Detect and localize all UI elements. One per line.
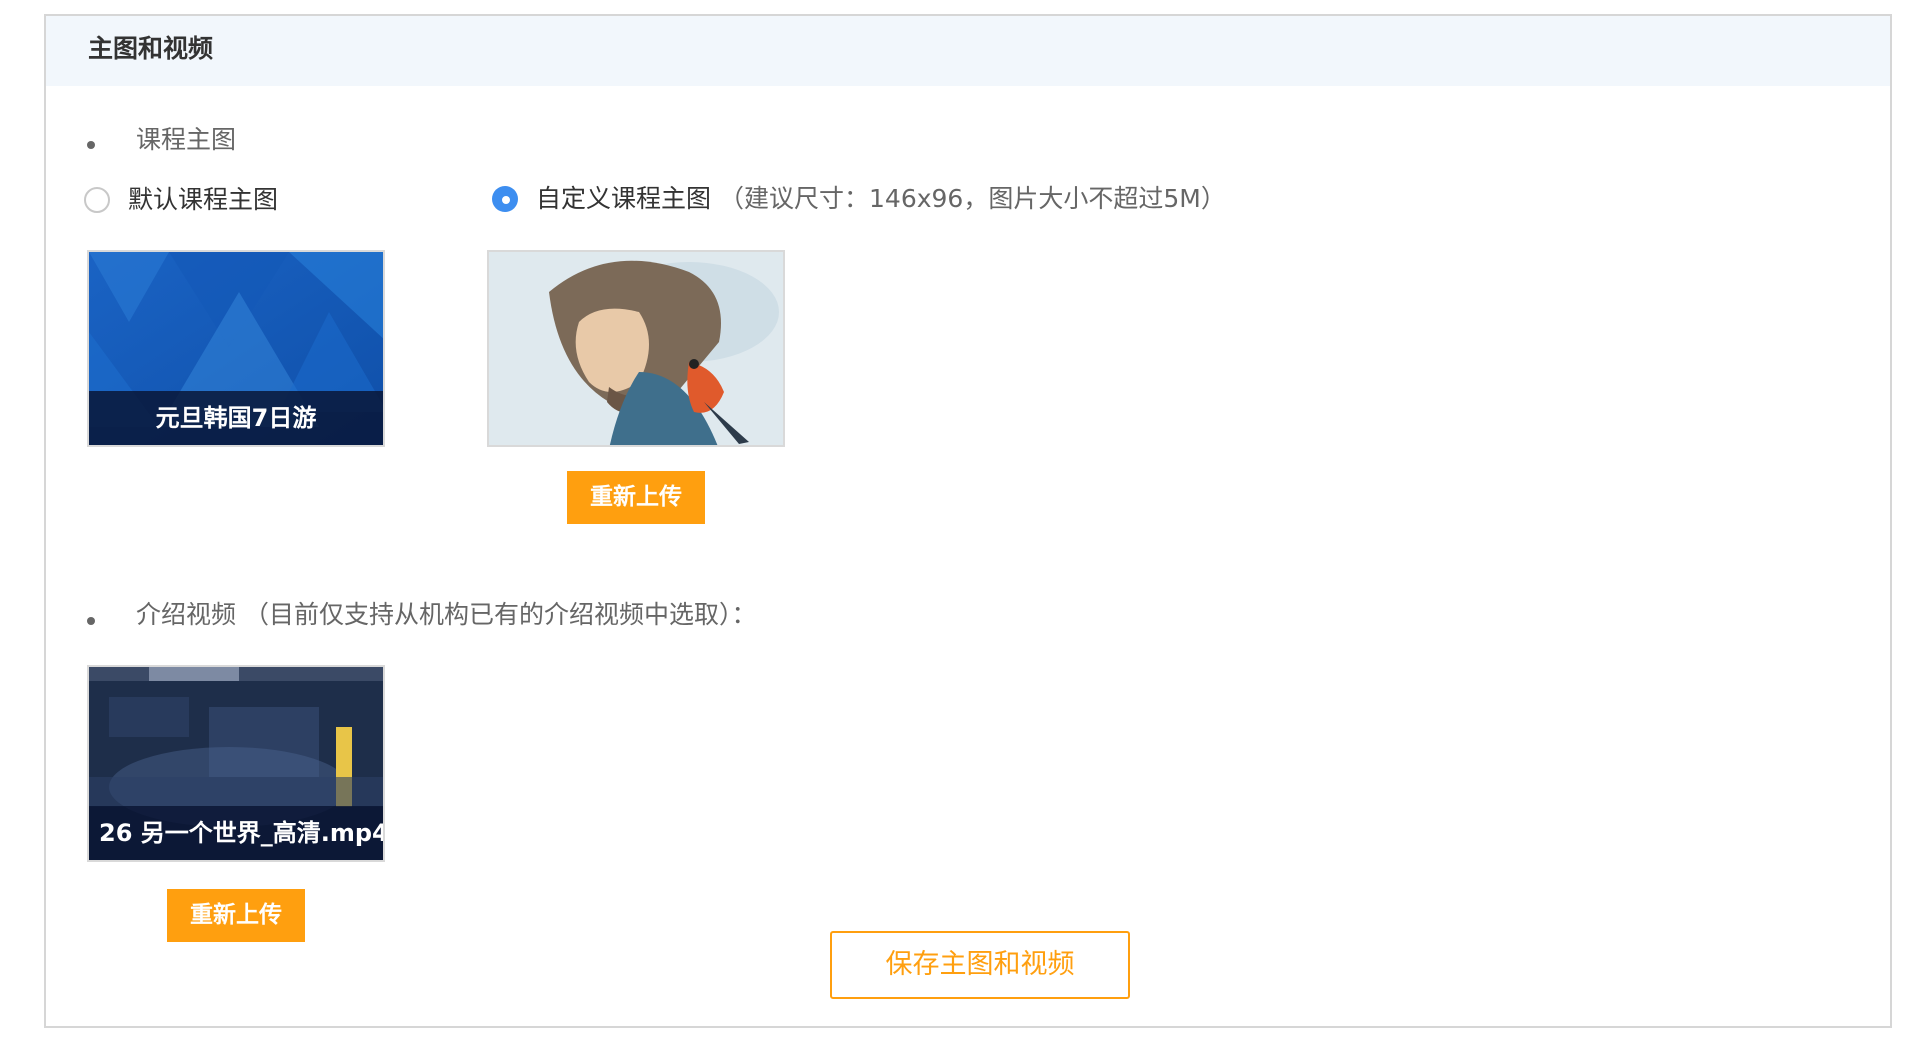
video-thumb-caption: 26 另一个世界_高清.mp4	[89, 806, 383, 860]
reupload-video-button[interactable]: 重新上传	[167, 889, 305, 942]
default-course-thumbnail[interactable]: 元旦韩国7日游	[87, 250, 385, 447]
radio-default-image-circle[interactable]	[84, 187, 110, 213]
course-image-section-label: 课程主图	[136, 125, 237, 154]
radio-default-image[interactable]: 默认课程主图	[84, 185, 278, 215]
panel-title: 主图和视频	[88, 34, 214, 63]
bullet-intro-video	[87, 617, 95, 625]
intro-video-section-label: 介绍视频 （目前仅支持从机构已有的介绍视频中选取）：	[136, 600, 757, 629]
default-thumb-caption: 元旦韩国7日游	[89, 391, 383, 445]
custom-image-illustration	[489, 252, 783, 445]
media-panel: 主图和视频	[44, 14, 1892, 1028]
radio-custom-image-hint: （建议尺寸：146x96，图片大小不超过5M）	[719, 184, 1226, 213]
save-image-and-video-button[interactable]: 保存主图和视频	[830, 931, 1130, 999]
radio-custom-image-label: 自定义课程主图	[536, 184, 712, 213]
radio-custom-image-circle[interactable]	[492, 186, 518, 212]
panel-header: 主图和视频	[46, 16, 1890, 86]
radio-custom-image[interactable]: 自定义课程主图 （建议尺寸：146x96，图片大小不超过5M）	[492, 184, 1226, 214]
bullet-course-image	[87, 141, 95, 149]
reupload-image-button[interactable]: 重新上传	[567, 471, 705, 524]
custom-course-thumbnail[interactable]	[487, 250, 785, 447]
radio-default-image-label: 默认课程主图	[128, 185, 279, 214]
intro-video-thumbnail[interactable]: 26 另一个世界_高清.mp4	[87, 665, 385, 862]
